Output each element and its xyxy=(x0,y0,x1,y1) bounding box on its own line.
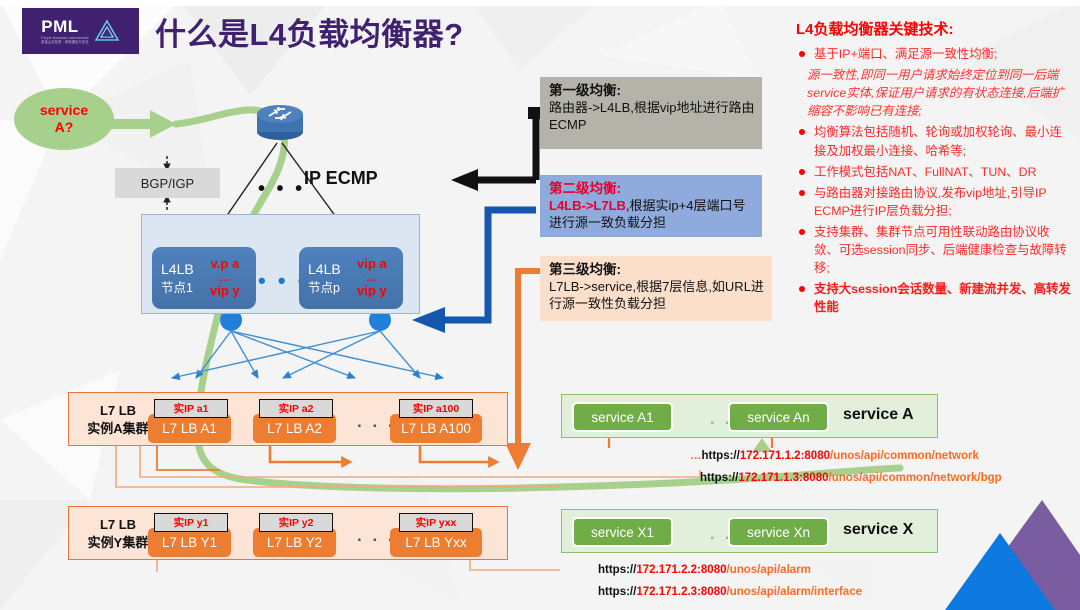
service-x-url-1-scheme: https:// xyxy=(598,564,637,576)
service-x-url-1-path: /unos/api/alarm xyxy=(726,564,811,576)
panel-bullet-1-text: 基于IP+端口、满足源一致性均衡; xyxy=(814,47,998,61)
service-a-url-1-scheme: https:// xyxy=(701,450,740,462)
l7lb-a2-ip-tag: 实IP a2 xyxy=(259,399,333,418)
l7lb-node-a1[interactable]: L7 LB A1 xyxy=(148,414,231,443)
service-request-label: service A? xyxy=(39,101,89,136)
key-technologies-panel: L4负载均衡器关键技术: 基于IP+端口、满足源一致性均衡; 源一致性,即同一用… xyxy=(796,18,1074,320)
l7lb-y2-ip-tag: 实IP y2 xyxy=(259,513,333,532)
service-x-url-2-path: /unos/api/alarm/interface xyxy=(726,586,863,598)
service-request-bubble: service A? xyxy=(14,88,114,150)
l7lb-y1-ip-tag: 实IP y1 xyxy=(154,513,228,532)
panel-bullet-4: 工作模式包括NAT、FullNAT、TUN、DR xyxy=(796,163,1074,181)
l4lb-node-p-vip-bottom: vip y xyxy=(357,283,387,299)
panel-bullet-2: 源一致性,即同一用户请求始终定位到同一后端service实体,保证用户请求的有状… xyxy=(796,66,1074,120)
service-node-an[interactable]: service An xyxy=(728,402,829,432)
l7lb-yxx-ip-tag: 实IP yxx xyxy=(399,513,473,532)
panel-bullet-4-text: 工作模式包括NAT、FullNAT、TUN、DR xyxy=(814,164,1037,179)
service-x-url-2: https://172.171.2.3:8080/unos/api/alarm/… xyxy=(598,586,862,598)
service-node-xn[interactable]: service Xn xyxy=(728,517,829,547)
l4lb-node-1[interactable]: L4LB 节点1 v.p a … vip y xyxy=(152,247,256,309)
callout-level-2: 第二级均衡: L4LB->L7LB,根据实ip+4层端口号进行源一致负载分担 xyxy=(540,175,762,237)
service-a-url-1: …https://172.171.1.2:8080/unos/api/commo… xyxy=(690,450,979,462)
panel-title: L4负载均衡器关键技术: xyxy=(796,21,954,38)
panel-bullet-6-text: 支持集群、集群节点可用性联动路由协议收敛、可选session同步、后端健康检查与… xyxy=(814,224,1067,276)
panel-bullet-7-text: 支持大session会话数量、新建流并发、高转发性能 xyxy=(814,282,1071,315)
l4lb-node-1-name: L4LB xyxy=(161,260,194,277)
bgp-igp-box: BGP/IGP xyxy=(115,168,220,198)
callout-level-2-highlight: L4LB->L7LB xyxy=(549,198,626,214)
service-node-a1[interactable]: service A1 xyxy=(572,402,673,432)
callout-level-3-title: 第三级均衡: xyxy=(549,262,621,277)
l4lb-node-1-id: 节点1 xyxy=(161,281,193,296)
panel-bullet-1: 基于IP+端口、满足源一致性均衡; xyxy=(796,45,1074,63)
service-a-url-2: https://172.171.1.3:8080/unos/api/common… xyxy=(700,472,1002,484)
service-x-url-2-scheme: https:// xyxy=(598,586,637,598)
router-icon xyxy=(253,100,307,142)
service-x-title: service X xyxy=(843,521,914,538)
l4lb-node-1-vip-top: v.p a xyxy=(210,255,240,271)
slide-canvas: PML Purple Mountain Laboratories 紫金山实验室 … xyxy=(0,0,1080,610)
service-a-url-2-scheme: https:// xyxy=(700,472,739,484)
l4lb-node-1-vip-bottom: vip y xyxy=(210,283,240,299)
l7lb-node-a100[interactable]: L7 LB A100 xyxy=(390,414,482,443)
panel-bullet-3-text: 均衡算法包括随机、轮询或加权轮询、最小连接及加权最小连接、哈希等; xyxy=(814,125,1062,158)
router-path-ellipsis: • • • xyxy=(258,178,306,200)
panel-bullet-5: 与路由器对接路由协议,发布vip地址,引导IP ECMP进行IP层负载分担; xyxy=(796,184,1074,220)
service-node-x1[interactable]: service X1 xyxy=(572,517,673,547)
service-a-url-1-path: /unos/api/common/network xyxy=(830,450,979,462)
l7lb-node-y2[interactable]: L7 LB Y2 xyxy=(253,528,336,557)
panel-bullet-5-text: 与路由器对接路由协议,发布vip地址,引导IP ECMP进行IP层负载分担; xyxy=(814,185,1047,218)
service-a-title: service A xyxy=(843,406,914,423)
bgp-igp-label: BGP/IGP xyxy=(140,175,195,191)
l4lb-node-p[interactable]: L4LB 节点p vip a … vip y xyxy=(299,247,403,309)
callout-level-2-body: L4LB->L7LB,根据实ip+4层端口号进行源一致负载分担 xyxy=(549,198,755,232)
l4lb-node-p-id: 节点p xyxy=(308,281,340,296)
l4lb-node-p-name: L4LB xyxy=(308,260,341,277)
l7lb-node-yxx[interactable]: L7 LB Yxx xyxy=(390,528,482,557)
service-a-url-2-path: /unos/api/common/network/bgp xyxy=(828,472,1002,484)
panel-bullet-6: 支持集群、集群节点可用性联动路由协议收敛、可选session同步、后端健康检查与… xyxy=(796,223,1074,277)
service-a-url-1-lead: … xyxy=(690,450,702,462)
callout-level-3-body: L7LB->service,根据7层信息,如URL进行源一致性负载分担 xyxy=(549,279,764,312)
panel-bullet-7: 支持大session会话数量、新建流并发、高转发性能 xyxy=(796,280,1074,316)
l7lb-a1-ip-tag: 实IP a1 xyxy=(154,399,228,418)
service-a-url-2-host: 172.171.1.3:8080 xyxy=(738,472,829,484)
callout-level-2-title: 第二级均衡: xyxy=(549,181,621,196)
l7lb-cluster-a-label: L7 LB 实例A集群 xyxy=(87,403,149,437)
l7lb-node-a2[interactable]: L7 LB A2 xyxy=(253,414,336,443)
panel-bullet-3: 均衡算法包括随机、轮询或加权轮询、最小连接及加权最小连接、哈希等; xyxy=(796,123,1074,159)
callout-level-1-body: 路由器->L4LB,根据vip地址进行路由ECMP xyxy=(549,100,755,133)
service-x-url-2-host: 172.171.2.3:8080 xyxy=(636,586,727,598)
l7lb-cluster-y-label: L7 LB 实例Y集群 xyxy=(87,517,149,551)
callout-level-1: 第一级均衡: 路由器->L4LB,根据vip地址进行路由ECMP xyxy=(540,77,762,149)
service-x-url-1-host: 172.171.2.2:8080 xyxy=(636,564,727,576)
l4lb-node-p-vip-top: vip a xyxy=(357,255,387,271)
l7lb-a100-ip-tag: 实IP a100 xyxy=(399,399,473,418)
service-x-url-1: https://172.171.2.2:8080/unos/api/alarm xyxy=(598,564,811,576)
panel-bullet-2-text: 源一致性,即同一用户请求始终定位到同一后端service实体,保证用户请求的有状… xyxy=(807,68,1064,119)
callout-level-1-title: 第一级均衡: xyxy=(549,83,621,98)
callout-level-3: 第三级均衡: L7LB->service,根据7层信息,如URL进行源一致性负载… xyxy=(540,256,772,321)
service-a-url-1-host: 172.171.1.2:8080 xyxy=(739,450,830,462)
l7lb-node-y1[interactable]: L7 LB Y1 xyxy=(148,528,231,557)
ip-ecmp-label: IP ECMP xyxy=(304,168,378,188)
